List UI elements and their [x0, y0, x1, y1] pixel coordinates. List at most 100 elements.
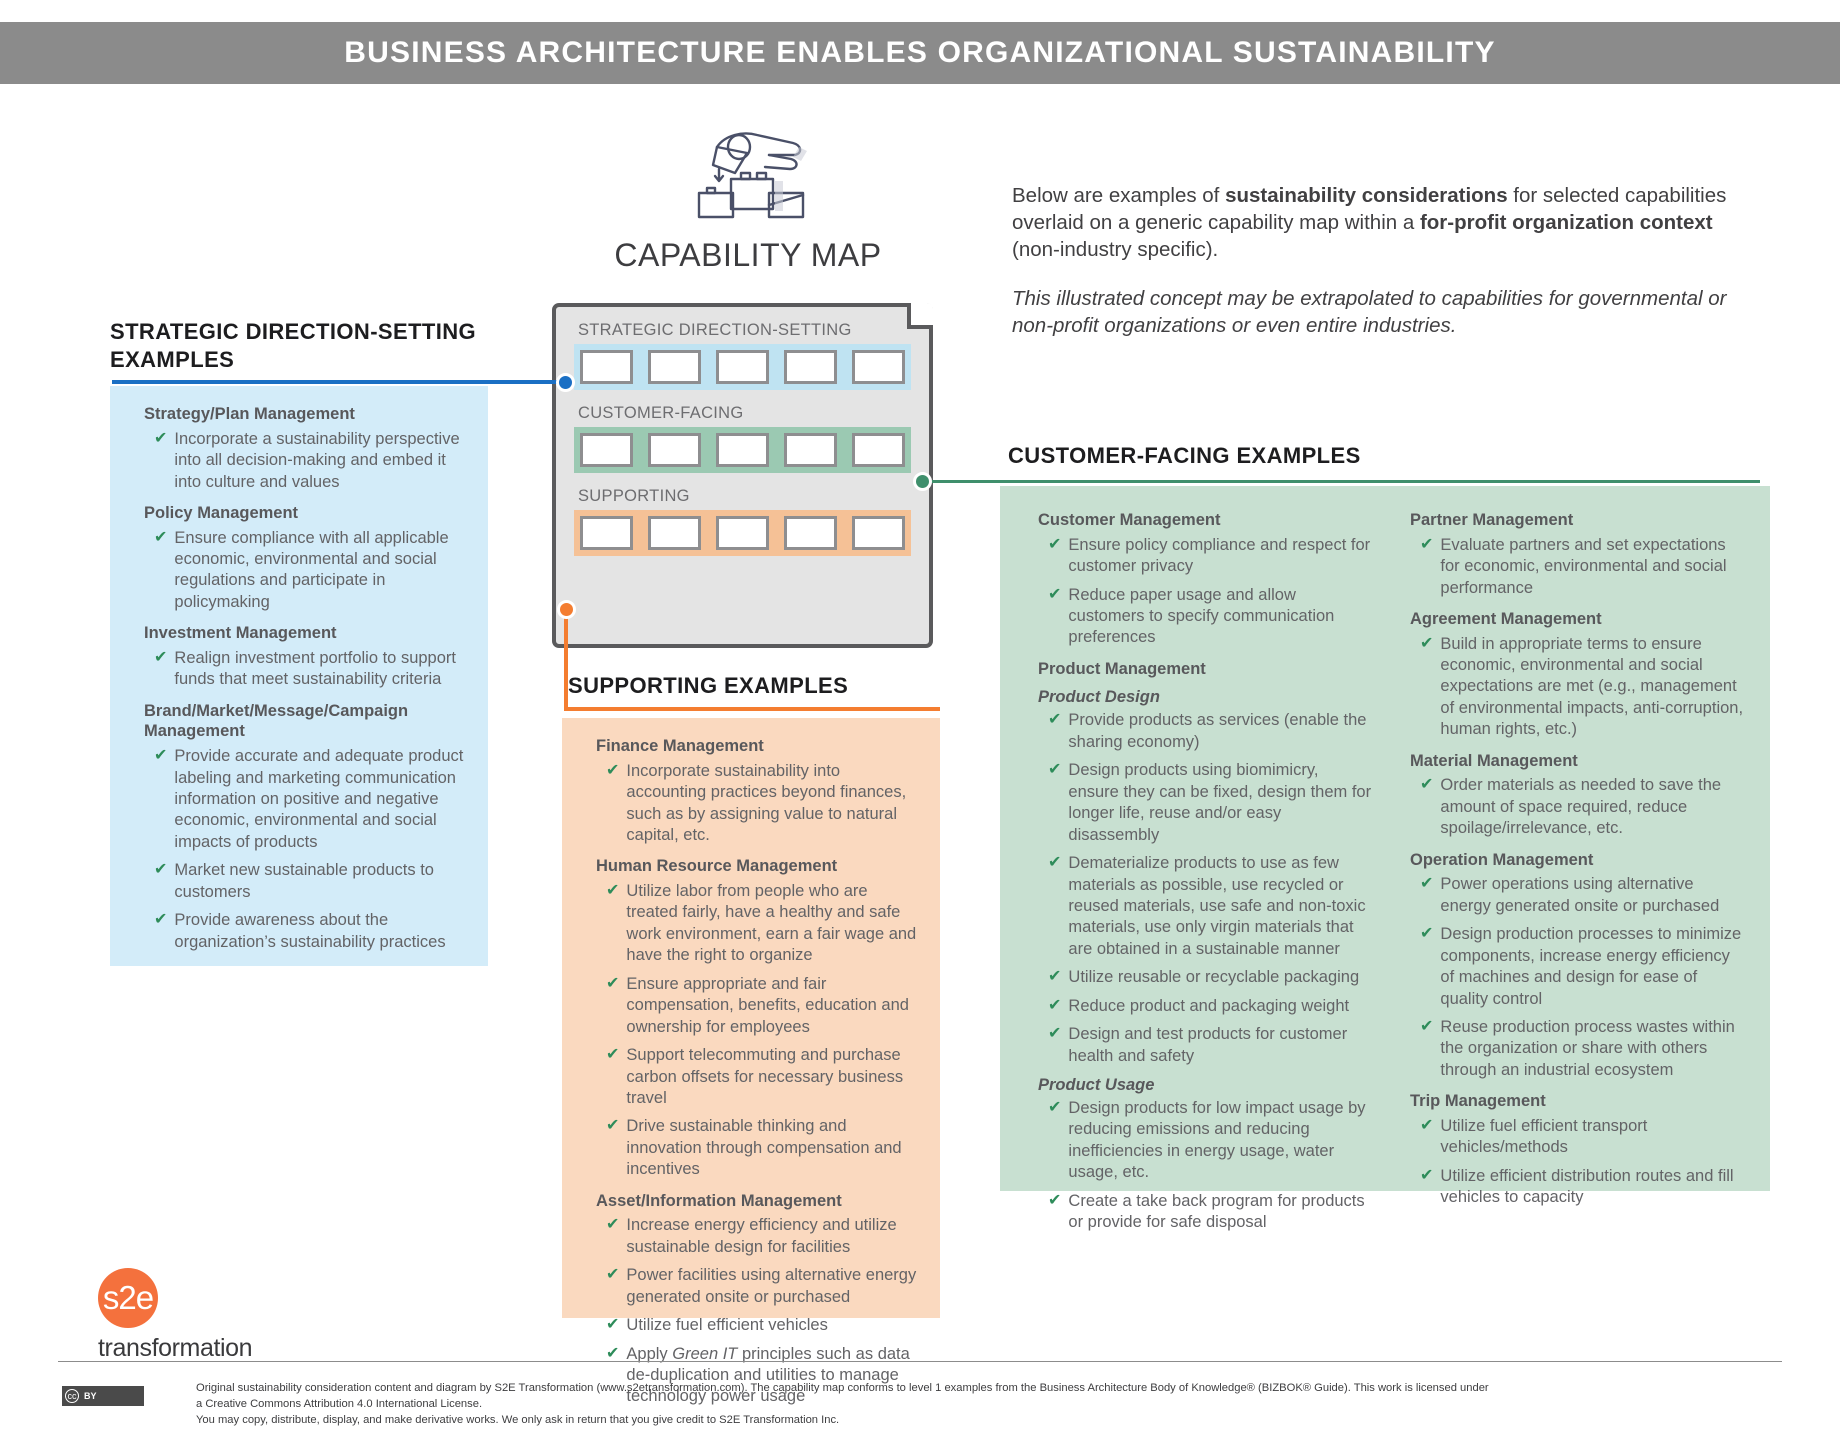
capability-cell — [852, 516, 905, 550]
check-icon: ✔ — [606, 882, 620, 899]
bullet-text: Design and test products for customer he… — [1068, 1025, 1348, 1065]
capability-name: Human Resource Management — [596, 857, 838, 876]
bullet-text: Provide awareness about the organization… — [174, 911, 446, 951]
bullet-item: ✔ Increase energy efficiency and utilize … — [606, 1215, 918, 1258]
customer-examples-panel: Customer Management ✔ Ensure policy compl… — [1000, 486, 1770, 1231]
bullet-item: ✔ Utilize reusable or recyclable packagin… — [1048, 967, 1372, 988]
bullet-item: ✔ Reduce paper usage and allow customers … — [1048, 585, 1372, 649]
check-icon: ✔ — [606, 1216, 620, 1234]
bullet-item: ✔ Design production processes to minimize… — [1420, 924, 1744, 1010]
intro-p1-bold2: for-profit organization context — [1419, 211, 1713, 235]
bullet-text: Increase energy efficiency and utilize s… — [626, 1216, 897, 1256]
footer-attribution: Original sustainability consideration co… — [196, 1381, 1496, 1429]
bullet-text: Utilize fuel efficient transport vehicle… — [1440, 1116, 1648, 1157]
bullet-text: Design products for low impact usage by … — [1068, 1099, 1366, 1182]
bullet-item: ✔ Create a take back program for products… — [1048, 1191, 1372, 1234]
creative-commons-badge: cc BY — [62, 1386, 144, 1406]
bullet-item: ✔ Incorporate a sustainability perspectiv… — [154, 429, 466, 493]
customer-column-left: Customer Management ✔ Ensure policy compl… — [1026, 510, 1372, 1231]
bullet-text: Ensure appropriate and fair compensation… — [626, 974, 909, 1036]
bullet-text: Reduce paper usage and allow customers t… — [1068, 585, 1335, 647]
s2e-logo: s2e transformation — [98, 1268, 253, 1363]
capability-cell — [784, 516, 837, 550]
bullet-item: ✔ Utilize labor from people who are treat… — [606, 881, 918, 967]
bullet-text: Utilize fuel efficient vehicles — [626, 1316, 828, 1335]
capability-row-strategic: STRATEGIC DIRECTION-SETTING — [556, 307, 929, 390]
check-icon: ✔ — [1420, 776, 1434, 794]
check-icon: ✔ — [1420, 925, 1434, 943]
capability-name: Customer Management — [1038, 511, 1221, 529]
bullet-text: Realign investment portfolio to support … — [174, 648, 456, 689]
bullet-text: Order materials as needed to save the am… — [1440, 776, 1722, 838]
bullet-text: Reduce product and packaging weight — [1068, 996, 1350, 1015]
bullet-item: ✔ Power operations using alternative ener… — [1420, 874, 1744, 917]
check-icon: ✔ — [606, 1046, 620, 1064]
bullet-item: ✔ Design products for low impact usage by… — [1048, 1098, 1372, 1184]
supporting-connector-dot — [557, 600, 576, 619]
logo-mark: s2e — [98, 1268, 158, 1328]
capability-cell — [580, 516, 633, 550]
bullet-text: Ensure compliance with all applicable ec… — [174, 528, 449, 611]
bullet-text: Design products using biomimicry, ensure… — [1068, 761, 1372, 844]
bullet-text: Ensure policy compliance and respect for… — [1068, 535, 1371, 576]
intro-p1-part1: Below are examples of — [1012, 184, 1226, 207]
bullet-item: ✔ Provide products as services (enable th… — [1048, 710, 1372, 753]
capability-subsection: Product Design — [1038, 688, 1160, 707]
check-icon: ✔ — [1048, 1025, 1062, 1043]
bullet-item: ✔ Ensure compliance with all applicable e… — [154, 528, 466, 614]
check-icon: ✔ — [1048, 711, 1062, 729]
intro-paragraph-1: Below are examples of sustainability con… — [1012, 182, 1757, 263]
hand-placing-block-icon — [697, 132, 807, 219]
bullet-item: ✔ Reuse production process wastes within … — [1420, 1017, 1744, 1081]
bullet-text: Market new sustainable products to custo… — [174, 861, 434, 901]
intro-text: Below are examples of sustainability con… — [1012, 182, 1757, 339]
capability-cell — [784, 350, 837, 384]
capability-cell — [648, 516, 701, 550]
customer-column-right: Partner Management ✔ Evaluate partners an… — [1398, 510, 1744, 1206]
bullet-item: ✔ Order materials as needed to save the a… — [1420, 775, 1744, 839]
bullet-text: Dematerialize products to use as few mat… — [1068, 854, 1366, 958]
bullet-item: ✔ Incorporate sustainability into account… — [606, 761, 918, 847]
green-it-before: Apply — [626, 1344, 673, 1363]
strategic-section-heading: STRATEGIC DIRECTION-SETTING EXAMPLES — [110, 319, 477, 372]
bullet-item: ✔ Drive sustainable thinking and innovati… — [606, 1116, 918, 1180]
capability-cell — [580, 433, 633, 467]
bullet-text: Provide accurate and adequate product la… — [174, 747, 464, 851]
check-icon: ✔ — [1048, 1099, 1062, 1116]
capability-row-supporting: SUPPORTING — [556, 473, 929, 556]
capability-name: Trip Management — [1410, 1092, 1546, 1111]
bullet-text: Incorporate sustainability into accounti… — [626, 761, 907, 844]
logo-wordmark: transformation — [98, 1334, 253, 1362]
bullet-item: ✔ Ensure policy compliance and respect fo… — [1048, 535, 1372, 578]
capability-row-label: SUPPORTING — [578, 487, 690, 505]
strategic-connector-line — [112, 380, 566, 384]
capability-name: Material Management — [1410, 751, 1578, 770]
capability-cell — [852, 433, 905, 467]
footer-line-2: You may copy, distribute, display, and m… — [196, 1413, 840, 1426]
bullet-text: Reuse production process wastes within t… — [1440, 1017, 1735, 1079]
check-icon: ✔ — [606, 1266, 620, 1284]
capability-name: Brand/Market/Message/Campaign Management — [144, 701, 409, 741]
check-icon: ✔ — [606, 1117, 620, 1135]
capability-cell — [648, 433, 701, 467]
customer-connector-dot — [913, 472, 932, 491]
capability-map-title: CAPABILITY MAP — [614, 237, 882, 273]
capability-name: Policy Management — [144, 503, 299, 522]
bullet-text: Drive sustainable thinking and innovatio… — [626, 1117, 902, 1179]
capability-band-supporting — [574, 510, 911, 556]
bullet-item: ✔ Reduce product and packaging weight — [1048, 996, 1372, 1017]
check-icon: ✔ — [1420, 634, 1434, 652]
check-icon: ✔ — [1420, 1116, 1434, 1134]
capability-name: Partner Management — [1410, 511, 1574, 529]
bullet-item: ✔ Ensure appropriate and fair compensatio… — [606, 974, 918, 1038]
bullet-text: Utilize reusable or recyclable packaging — [1068, 968, 1360, 987]
check-icon: ✔ — [606, 1316, 620, 1334]
check-icon: ✔ — [1420, 875, 1434, 893]
supporting-connector-line-horizontal — [564, 707, 940, 711]
check-icon: ✔ — [606, 974, 620, 992]
capability-cell — [716, 516, 769, 550]
capability-subsection: Product Usage — [1038, 1076, 1155, 1094]
bullet-text: Utilize efficient distribution routes an… — [1440, 1166, 1734, 1207]
green-it-term: Green IT — [672, 1344, 738, 1363]
bullet-item: ✔ Provide awareness about the organizatio… — [154, 910, 466, 953]
